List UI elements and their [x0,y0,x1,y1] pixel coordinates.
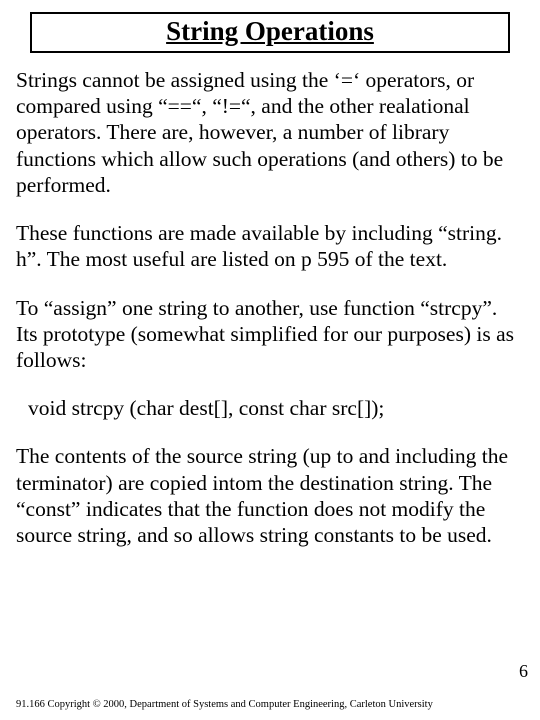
slide-body: Strings cannot be assigned using the ‘=‘… [16,67,524,548]
paragraph-4: The contents of the source string (up to… [16,443,524,548]
title-box: String Operations [30,12,510,53]
paragraph-2: These functions are made available by in… [16,220,524,272]
page-number: 6 [519,661,528,682]
footer-copyright: 91.166 Copyright © 2000, Department of S… [16,699,433,710]
slide-title: String Operations [32,16,508,47]
paragraph-1: Strings cannot be assigned using the ‘=‘… [16,67,524,198]
paragraph-3: To “assign” one string to another, use f… [16,295,524,374]
prototype-line: void strcpy (char dest[], const char src… [16,395,524,421]
slide: String Operations Strings cannot be assi… [0,0,540,720]
